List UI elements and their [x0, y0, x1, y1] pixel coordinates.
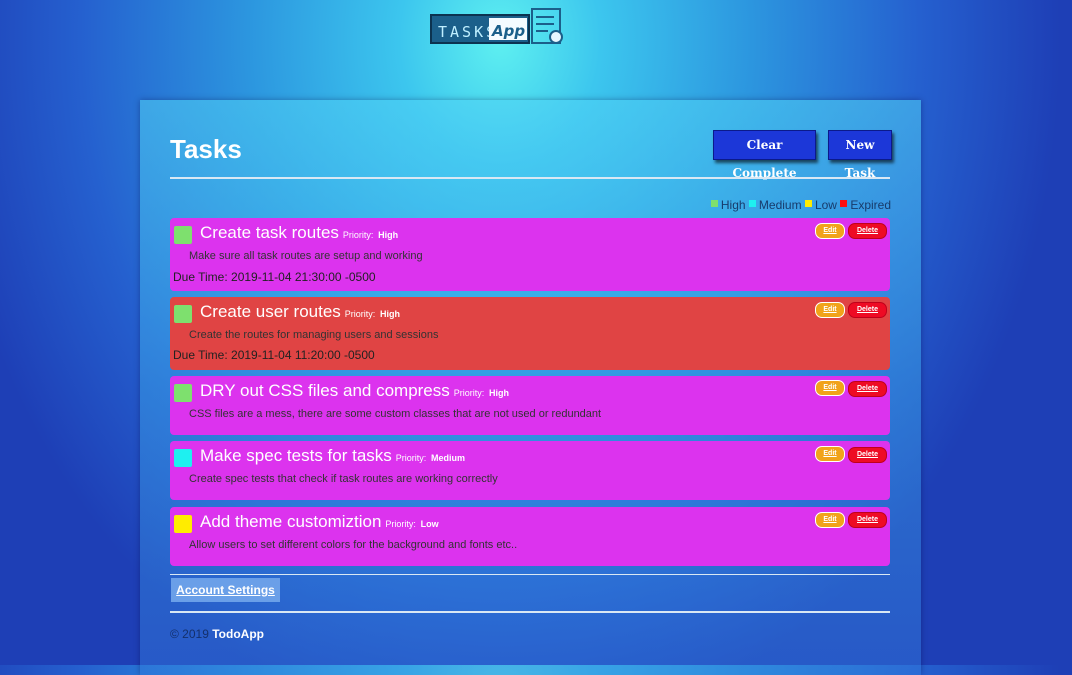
- footer-brand: TodoApp: [212, 627, 264, 641]
- task-title: Make spec tests for tasks: [200, 446, 392, 465]
- edit-task-button[interactable]: Edit: [815, 512, 845, 528]
- edit-task-button[interactable]: Edit: [815, 302, 845, 318]
- task-name-row: DRY out CSS files and compress Priority: …: [200, 381, 509, 401]
- legend-low-label: Low: [814, 198, 837, 212]
- task-name-row: Add theme customiztion Priority: Low: [200, 512, 439, 532]
- priority-value: High: [489, 388, 510, 398]
- task-due-time: Due Time: 2019-11-04 11:20:00 -0500: [173, 348, 375, 362]
- delete-task-button[interactable]: Delete: [848, 447, 887, 463]
- page-title: Tasks: [170, 134, 242, 164]
- priority-value: High: [378, 230, 399, 240]
- tasks-panel: Tasks Clear Complete New Task High Mediu…: [140, 100, 921, 675]
- priority-label: Priority:: [453, 388, 485, 398]
- legend-expired-swatch: [840, 200, 848, 207]
- task-title: DRY out CSS files and compress: [200, 381, 450, 400]
- legend-medium-swatch: [748, 200, 756, 207]
- task-card: DRY out CSS files and compress Priority: …: [170, 376, 890, 435]
- priority-value: Low: [420, 519, 439, 529]
- task-title: Create task routes: [200, 223, 339, 242]
- delete-task-button[interactable]: Delete: [848, 302, 887, 318]
- priority-value: High: [380, 309, 401, 319]
- priority-label: Priority:: [395, 453, 427, 463]
- task-title: Add theme customiztion: [200, 512, 382, 531]
- svg-text:App: App: [491, 22, 525, 40]
- divider: [170, 574, 890, 575]
- task-description: CSS files are a mess, there are some cus…: [189, 408, 602, 420]
- task-card: Make spec tests for tasks Priority: Mediu…: [170, 441, 890, 500]
- edit-task-button[interactable]: Edit: [815, 223, 845, 239]
- account-settings-link[interactable]: Account Settings: [171, 578, 280, 602]
- tasks-app-logo[interactable]: TASKS App: [430, 8, 566, 46]
- clear-complete-button[interactable]: Clear Complete: [713, 130, 816, 180]
- task-name-row: Create user routes Priority: High: [200, 302, 400, 322]
- priority-indicator: [174, 226, 192, 244]
- task-card: Create user routes Priority: High Create …: [170, 297, 890, 370]
- task-description: Create the routes for managing users and…: [189, 329, 439, 341]
- priority-indicator: [174, 515, 192, 533]
- task-card: Add theme customiztion Priority: Low Allo…: [170, 507, 890, 566]
- task-name-row: Create task routes Priority: High: [200, 223, 398, 243]
- new-task-button[interactable]: New Task: [828, 130, 892, 180]
- copyright-text: © 2019: [170, 627, 209, 641]
- task-card: Create task routes Priority: High Make su…: [170, 218, 890, 291]
- legend-medium-label: Medium: [758, 198, 802, 212]
- footer: © 2019 TodoApp: [170, 627, 264, 641]
- task-due-time: Due Time: 2019-11-04 21:30:00 -0500: [173, 270, 376, 284]
- legend-high-label: High: [720, 198, 746, 212]
- task-name-row: Make spec tests for tasks Priority: Mediu…: [200, 446, 465, 466]
- priority-indicator: [174, 449, 192, 467]
- priority-label: Priority:: [342, 230, 374, 240]
- priority-indicator: [174, 384, 192, 402]
- priority-value: Medium: [431, 453, 466, 463]
- delete-task-button[interactable]: Delete: [848, 381, 887, 397]
- divider: [170, 177, 890, 179]
- priority-legend: High Medium Low Expired: [710, 198, 891, 212]
- edit-task-button[interactable]: Edit: [815, 380, 845, 396]
- task-title: Create user routes: [200, 302, 341, 321]
- delete-task-button[interactable]: Delete: [848, 512, 887, 528]
- priority-indicator: [174, 305, 192, 323]
- task-description: Create spec tests that check if task rou…: [189, 473, 498, 485]
- delete-task-button[interactable]: Delete: [848, 223, 887, 239]
- legend-low-swatch: [804, 200, 812, 207]
- priority-label: Priority:: [344, 309, 376, 319]
- priority-label: Priority:: [385, 519, 416, 529]
- divider: [170, 611, 890, 613]
- task-description: Allow users to set different colors for …: [189, 539, 518, 551]
- legend-high-swatch: [710, 200, 718, 207]
- task-description: Make sure all task routes are setup and …: [189, 250, 423, 262]
- edit-task-button[interactable]: Edit: [815, 446, 845, 462]
- legend-expired-label: Expired: [850, 198, 891, 212]
